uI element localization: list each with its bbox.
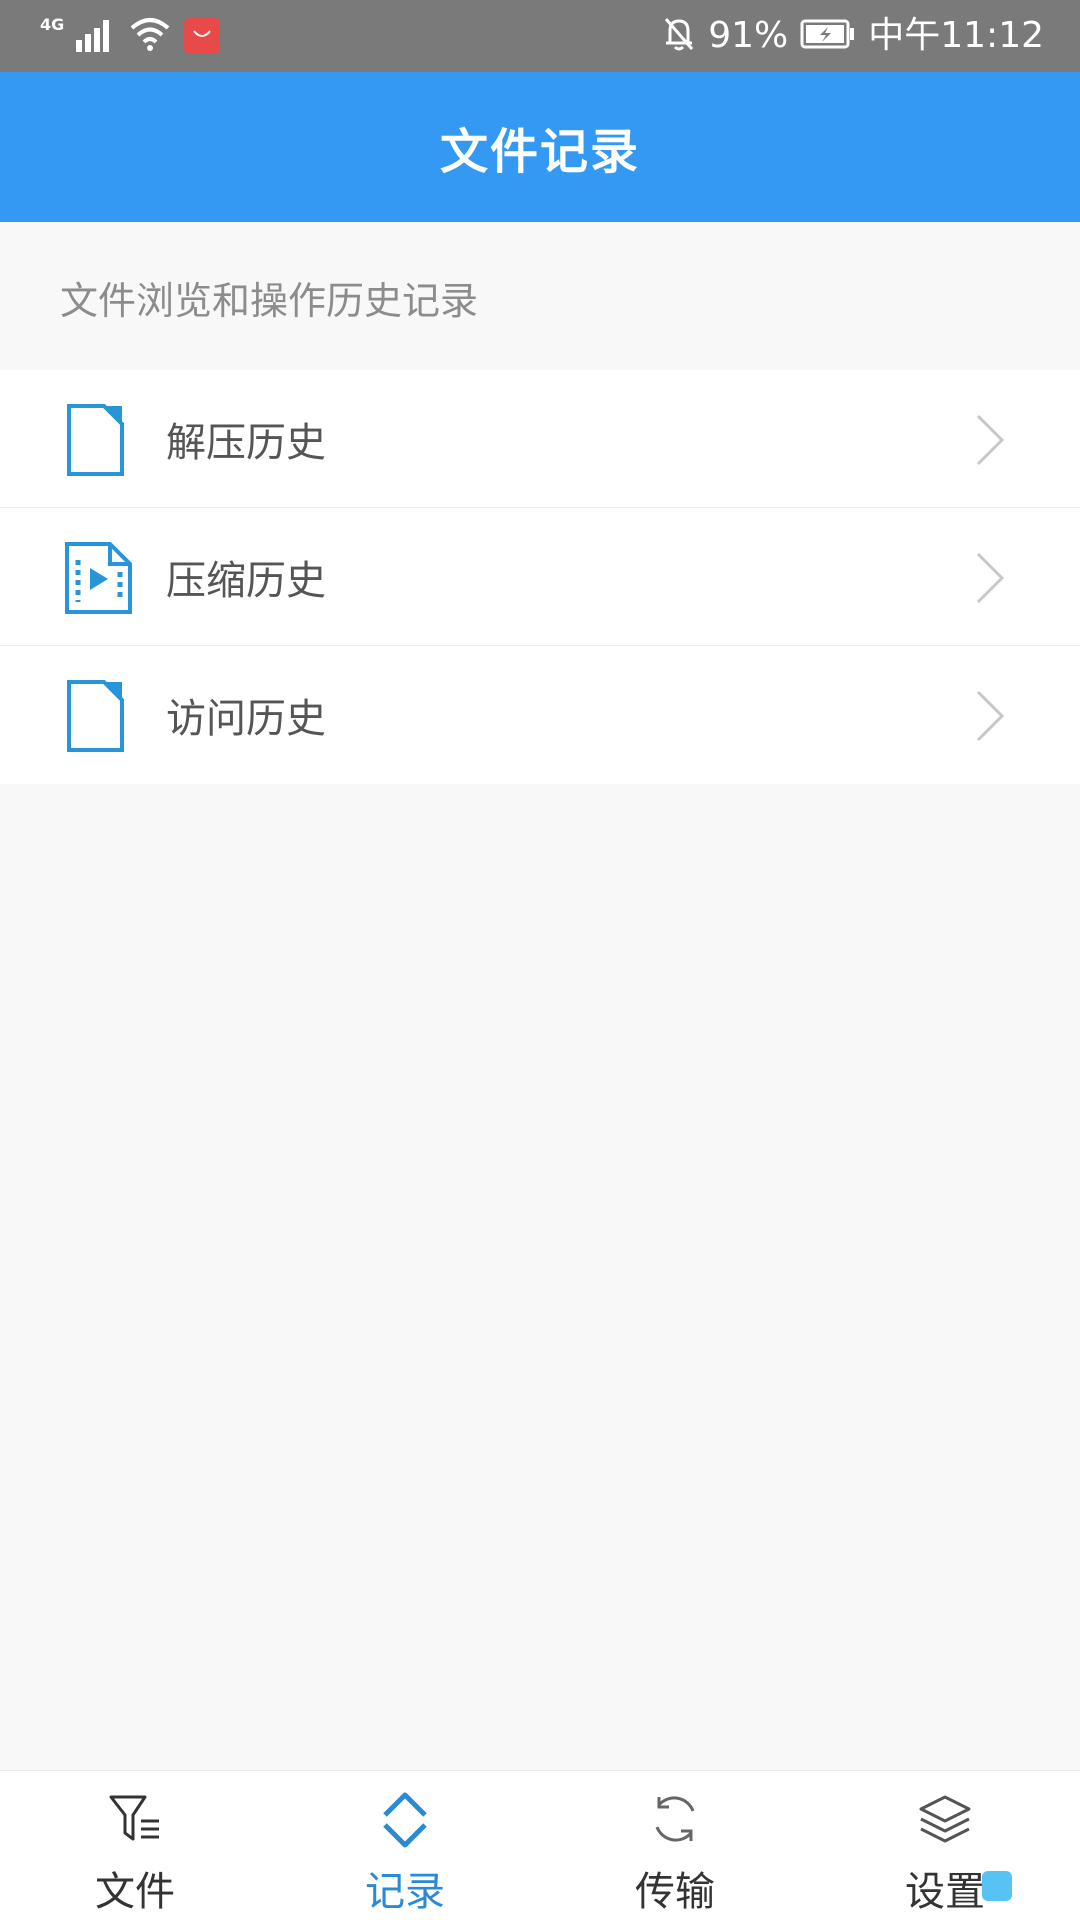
wifi-icon [128, 16, 172, 56]
app-header: 文件记录 [0, 72, 1080, 222]
expand-chevrons-icon [375, 1789, 435, 1849]
chevron-right-icon [974, 550, 1008, 606]
screen: 4G 91% 中午11:12 文件记录 文件浏览和操作历史记录 解压历史 压缩历… [0, 0, 1080, 1920]
document-icon [64, 402, 134, 478]
list-item-access-history[interactable]: 访问历史 [0, 646, 1080, 784]
chevron-right-icon [974, 412, 1008, 468]
watermark-logo [982, 1866, 1052, 1906]
battery-percent: 91% [708, 15, 789, 56]
video-file-icon [64, 540, 134, 616]
mute-bell-icon [662, 15, 696, 57]
app-badge-icon [184, 18, 221, 54]
nav-label: 文件 [95, 1869, 175, 1915]
battery-charging-icon [800, 19, 856, 53]
signal-icon [76, 16, 116, 56]
document-icon [64, 678, 134, 754]
nav-label: 记录 [365, 1869, 445, 1915]
page-title: 文件记录 [439, 124, 640, 180]
status-bar: 4G 91% 中午11:12 [0, 0, 1080, 72]
section-caption: 文件浏览和操作历史记录 [60, 279, 479, 323]
status-right: 91% 中午11:12 [662, 14, 1044, 58]
list-item-compress-history[interactable]: 压缩历史 [0, 508, 1080, 646]
clock: 中午11:12 [868, 15, 1044, 56]
status-left: 4G [40, 14, 221, 58]
list-item-label: 压缩历史 [166, 557, 326, 604]
nav-label: 传输 [635, 1869, 715, 1915]
chevron-right-icon [974, 688, 1008, 744]
list-item-extract-history[interactable]: 解压历史 [0, 370, 1080, 508]
nav-item-transfer[interactable]: 传输 [540, 1771, 810, 1920]
watermark-icon [982, 1871, 1012, 1901]
list-item-label: 访问历史 [166, 696, 326, 742]
history-list: 解压历史 压缩历史 访问历史 [0, 370, 1080, 784]
network-type: 4G [40, 14, 65, 34]
sync-icon [645, 1789, 705, 1849]
nav-item-records[interactable]: 记录 [270, 1771, 540, 1920]
bottom-nav: 文件 记录 传输 设置 [0, 1770, 1080, 1920]
list-item-label: 解压历史 [166, 419, 326, 466]
nav-item-files[interactable]: 文件 [0, 1771, 270, 1920]
filter-list-icon [105, 1789, 165, 1849]
layers-icon [915, 1789, 975, 1849]
